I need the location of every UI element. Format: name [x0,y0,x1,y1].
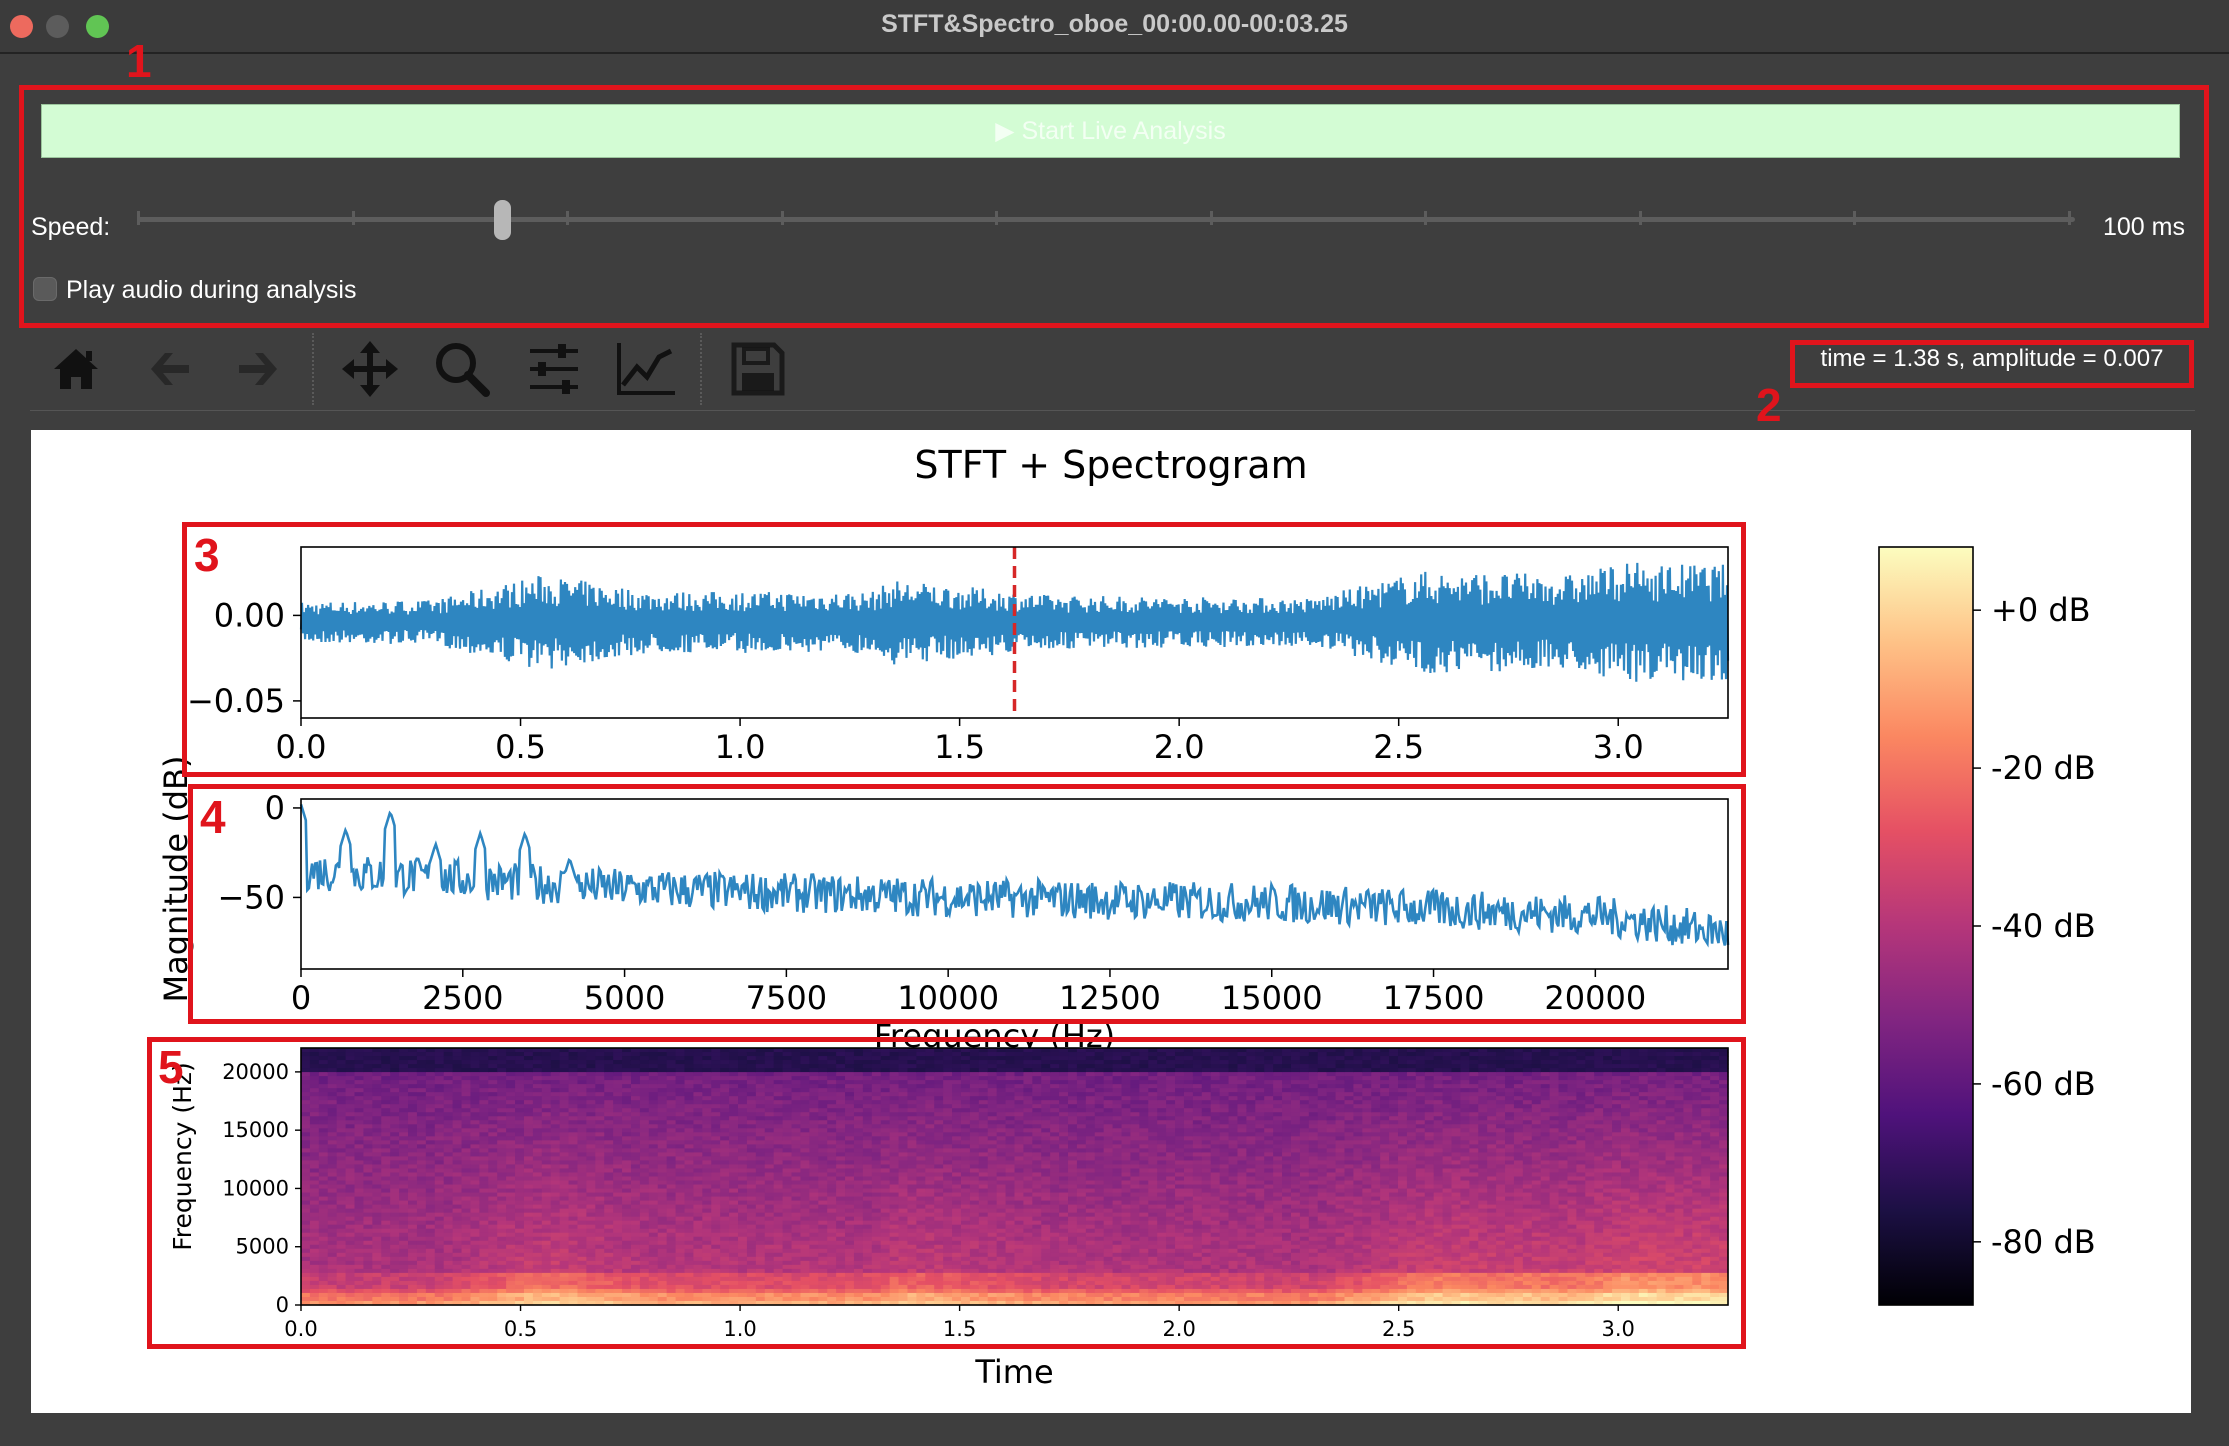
save-icon[interactable] [722,333,794,405]
home-icon[interactable] [40,333,112,405]
edit-axis-icon[interactable] [610,333,682,405]
back-arrow-icon[interactable] [133,333,205,405]
toolbar-divider [30,410,2195,411]
configure-subplots-icon[interactable] [518,333,590,405]
window-titlebar: STFT&Spectro_oboe_00:00.00-00:03.25 [0,0,2229,54]
figure-suptitle: STFT + Spectrogram [914,443,1307,487]
zoom-icon[interactable] [426,333,498,405]
toolbar-separator [700,333,704,405]
pan-icon[interactable] [334,333,406,405]
forward-arrow-icon[interactable] [223,333,295,405]
window-title: STFT&Spectro_oboe_00:00.00-00:03.25 [881,10,1348,38]
toolbar-separator [312,333,316,405]
